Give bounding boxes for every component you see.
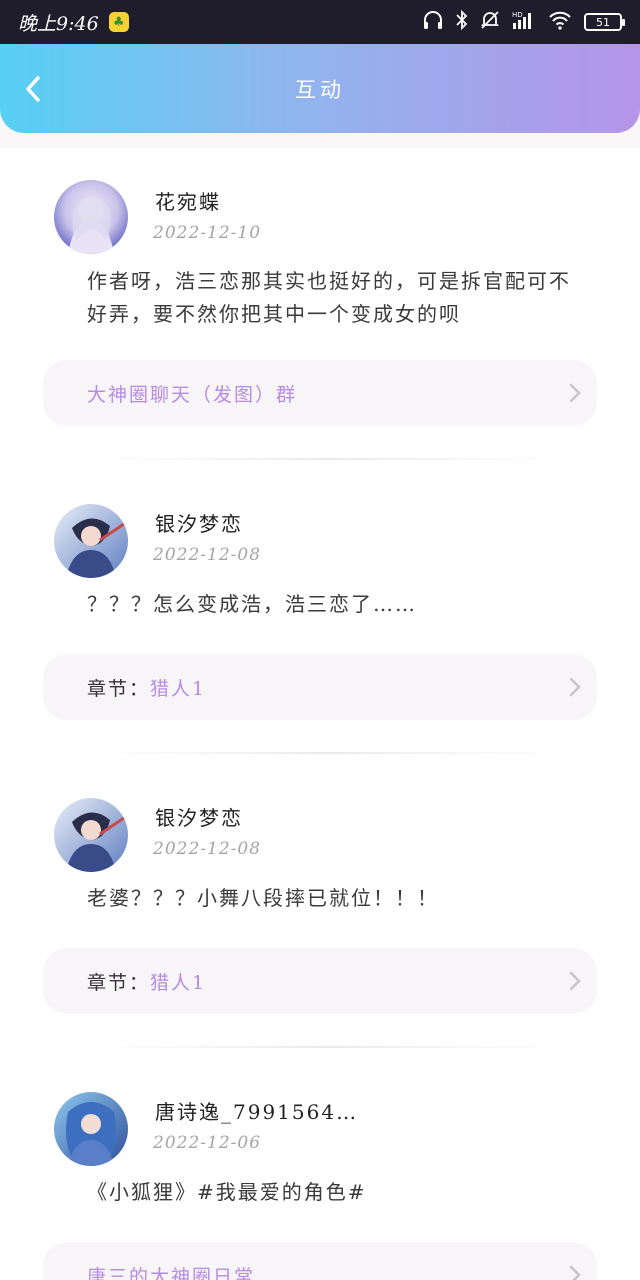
- page-title: 互动: [295, 77, 345, 102]
- chapter-label: 章节：: [87, 971, 151, 994]
- headphones-icon: [422, 10, 444, 35]
- avatar[interactable]: [54, 798, 128, 872]
- status-time: 晚上9:46: [18, 12, 99, 35]
- chapter-link[interactable]: 章节： 猎人1: [43, 948, 597, 1014]
- post-username[interactable]: 银汐梦恋: [155, 802, 243, 831]
- chevron-right-icon: [569, 677, 581, 697]
- chapter-name: 猎人1: [150, 677, 207, 700]
- signal-icon: HD: [512, 10, 536, 35]
- source-link-label: 唐三的大神圈日常: [87, 1265, 256, 1280]
- post-date: 2022-12-06: [153, 1133, 262, 1153]
- post-comment: ？？？怎么变成浩，浩三恋了……: [87, 592, 417, 616]
- status-bar: 晚上9:46 ♣ HD 51: [0, 0, 640, 44]
- divider: [100, 752, 560, 754]
- source-link[interactable]: 大神圈聊天（发图）群: [43, 360, 597, 426]
- chevron-left-icon: [26, 76, 40, 102]
- svg-text:HD: HD: [512, 11, 523, 19]
- post-comment: 作者呀，浩三恋那其实也挺好的，可是拆官配可不好弄，要不然你把其中一个变成女的呗: [87, 269, 571, 326]
- top-bar: 互动: [0, 44, 640, 133]
- battery-icon: 51: [584, 13, 625, 31]
- chevron-right-icon: [569, 1265, 581, 1280]
- wifi-icon: [548, 10, 572, 35]
- post-comment: 《小狐狸》#我最爱的角色#: [87, 1180, 367, 1204]
- back-button[interactable]: [18, 74, 48, 104]
- chevron-right-icon: [569, 383, 581, 403]
- post-date: 2022-12-10: [153, 223, 262, 243]
- source-link[interactable]: 唐三的大神圈日常: [43, 1242, 597, 1280]
- chapter-label: 章节：: [87, 677, 151, 700]
- post-username[interactable]: 银汐梦恋: [155, 508, 243, 537]
- divider: [100, 1046, 560, 1048]
- interaction-feed: 花宛蝶 2022-12-10 作者呀，浩三恋那其实也挺好的，可是拆官配可不好弄，…: [0, 148, 640, 1280]
- post-date: 2022-12-08: [153, 545, 262, 565]
- chapter-link[interactable]: 章节： 猎人1: [43, 654, 597, 720]
- post-username[interactable]: 花宛蝶: [155, 186, 221, 215]
- avatar[interactable]: [54, 504, 128, 578]
- status-icons: HD 51: [422, 9, 625, 35]
- avatar[interactable]: [54, 1092, 128, 1166]
- avatar[interactable]: [54, 180, 128, 254]
- post-date: 2022-12-08: [153, 839, 262, 859]
- chapter-name: 猎人1: [150, 971, 207, 994]
- post-username[interactable]: 唐诗逸_7991564…: [155, 1096, 358, 1125]
- source-link-label: 大神圈聊天（发图）群: [87, 383, 298, 406]
- divider: [100, 458, 560, 460]
- bluetooth-icon: [456, 9, 468, 35]
- app-notification-icon: ♣: [108, 12, 129, 32]
- mute-icon: [480, 10, 500, 35]
- chevron-right-icon: [569, 971, 581, 991]
- post-comment: 老婆？？？小舞八段摔已就位！！！: [87, 886, 439, 910]
